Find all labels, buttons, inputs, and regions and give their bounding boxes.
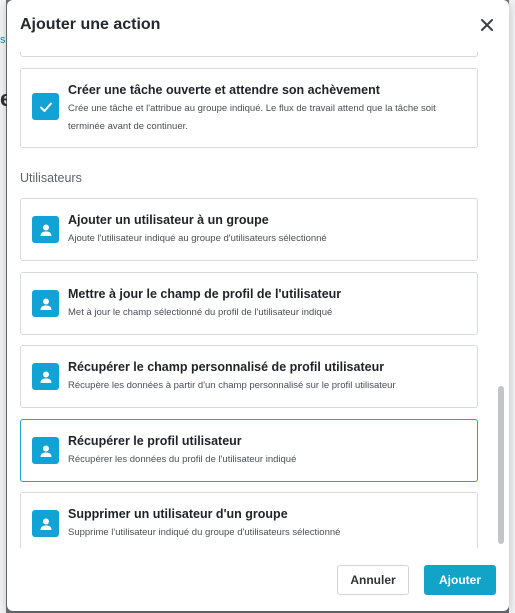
card-description: Crée une tâche et l'attribue au groupe i… [68, 103, 436, 132]
add-action-dialog: Ajouter une action Créer une tâche ouver… [7, 0, 509, 611]
card-description: Met à jour le champ sélectionné du profi… [68, 307, 333, 318]
user-icon [32, 290, 59, 317]
card-title: Mettre à jour le champ de profil de l'ut… [68, 287, 342, 301]
action-card-remove-user-from-group[interactable]: Supprimer un utilisateur d'un groupe Sup… [20, 492, 478, 548]
background-page-right [509, 0, 515, 613]
dialog-title: Ajouter une action [20, 16, 161, 33]
action-card-previous[interactable] [20, 52, 478, 57]
action-card-update-profile-field[interactable]: Mettre à jour le champ de profil de l'ut… [20, 272, 478, 335]
section-label-users: Utilisateurs [20, 171, 82, 185]
action-list[interactable]: Créer une tâche ouverte et attendre son … [7, 52, 509, 548]
add-button[interactable]: Ajouter [424, 565, 496, 595]
card-description: Récupérer les données du profil de l'uti… [68, 454, 297, 465]
user-icon [32, 363, 59, 390]
dialog-header: Ajouter une action [7, 0, 509, 52]
user-icon [32, 437, 59, 464]
background-text-fragment: s [0, 34, 6, 46]
user-icon [32, 510, 59, 537]
action-card-get-custom-profile-field[interactable]: Récupérer le champ personnalisé de profi… [20, 345, 478, 408]
card-title: Récupérer le profil utilisateur [68, 434, 242, 448]
scrollbar-thumb[interactable] [498, 386, 504, 544]
card-description: Récupère les données à partir d'un champ… [68, 380, 396, 391]
close-button[interactable] [477, 14, 497, 36]
card-description: Supprime l'utilisateur indiqué du groupe… [68, 527, 341, 538]
action-card-create-task[interactable]: Créer une tâche ouverte et attendre son … [20, 68, 478, 148]
action-card-get-user-profile[interactable]: Récupérer le profil utilisateur Récupére… [20, 419, 478, 482]
cancel-button[interactable]: Annuler [337, 565, 409, 595]
card-title: Créer une tâche ouverte et attendre son … [68, 83, 380, 97]
card-description: Ajoute l'utilisateur indiqué au groupe d… [68, 233, 327, 244]
dialog-footer: Annuler Ajouter [7, 548, 509, 611]
checkmark-icon [32, 93, 59, 120]
close-icon [481, 19, 493, 31]
card-title: Récupérer le champ personnalisé de profi… [68, 360, 385, 374]
card-title: Ajouter un utilisateur à un groupe [68, 213, 269, 227]
action-card-add-user-to-group[interactable]: Ajouter un utilisateur à un groupe Ajout… [20, 198, 478, 261]
user-icon [32, 216, 59, 243]
card-title: Supprimer un utilisateur d'un groupe [68, 507, 288, 521]
